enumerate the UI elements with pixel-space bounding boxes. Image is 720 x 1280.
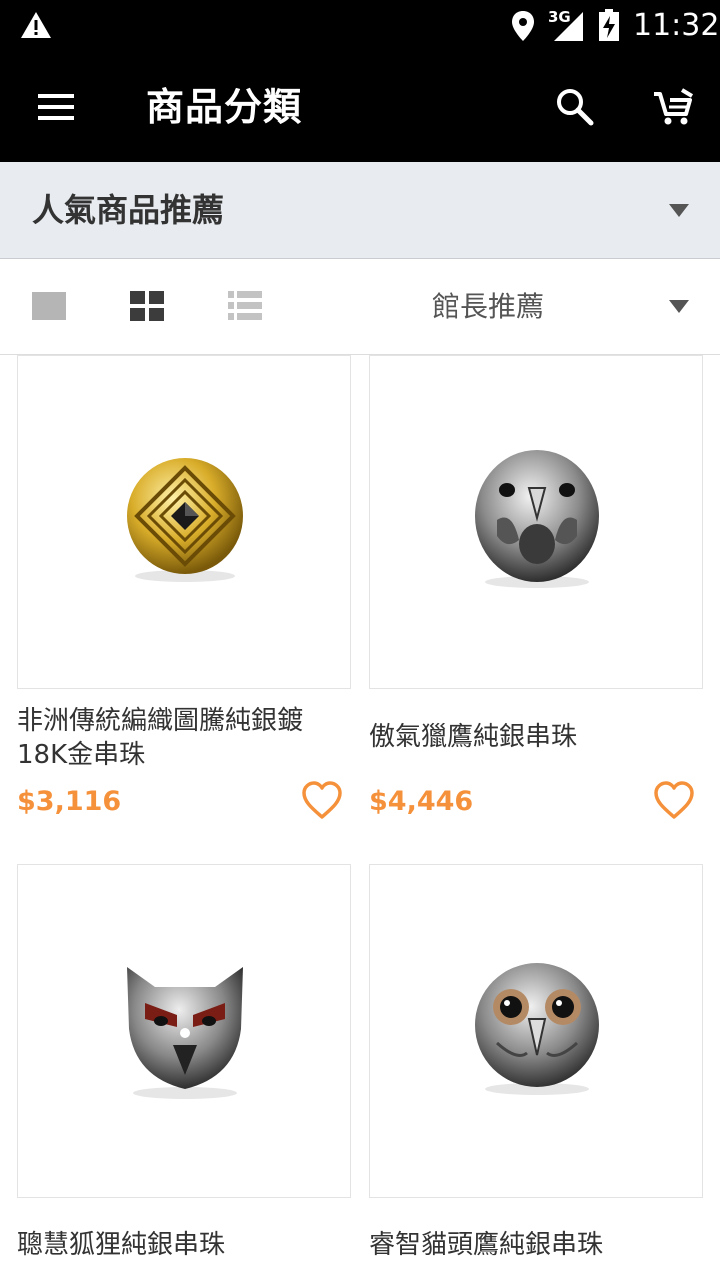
search-icon[interactable]	[554, 86, 594, 126]
single-view-icon[interactable]	[32, 292, 66, 320]
product-name[interactable]: 傲氣獵鷹純銀串珠	[369, 720, 699, 754]
chevron-down-icon	[669, 204, 689, 217]
sort-dropdown[interactable]: 館長推薦	[432, 287, 544, 327]
product-card-image[interactable]	[17, 355, 351, 689]
warning-icon	[21, 12, 51, 38]
page-title: 商品分類	[146, 85, 303, 129]
chevron-down-icon[interactable]	[669, 300, 689, 313]
menu-icon[interactable]	[36, 92, 76, 122]
product-card-image[interactable]	[17, 864, 351, 1198]
product-card-image[interactable]	[369, 355, 703, 689]
product-card-image[interactable]	[369, 864, 703, 1198]
category-label: 人氣商品推薦	[32, 191, 225, 229]
heart-icon[interactable]	[653, 780, 695, 820]
location-icon	[512, 11, 534, 41]
app-bar: 商品分類	[0, 52, 720, 162]
product-price: $4,446	[369, 786, 474, 817]
product-price: $3,116	[17, 786, 122, 817]
battery-icon	[599, 9, 619, 41]
grid-view-icon[interactable]	[130, 291, 164, 321]
product-name[interactable]: 非洲傳統編織圖騰純銀鍍18K金串珠	[17, 704, 347, 772]
owl-bead-image	[475, 963, 599, 1095]
clock: 11:32	[633, 8, 720, 43]
cart-icon[interactable]	[652, 88, 694, 126]
signal-icon	[554, 12, 583, 41]
fox-bead-image	[127, 967, 243, 1099]
product-name[interactable]: 睿智貓頭鷹純銀串珠	[369, 1228, 699, 1262]
category-dropdown[interactable]: 人氣商品推薦	[0, 162, 720, 259]
heart-icon[interactable]	[301, 780, 343, 820]
status-bar: 3G 11:32	[0, 0, 720, 52]
product-name[interactable]: 聰慧狐狸純銀串珠	[17, 1228, 347, 1262]
falcon-bead-image	[475, 450, 599, 588]
list-view-icon[interactable]	[228, 291, 262, 321]
view-sort-toolbar: 館長推薦	[0, 259, 720, 355]
gold-bead-image	[127, 458, 243, 582]
